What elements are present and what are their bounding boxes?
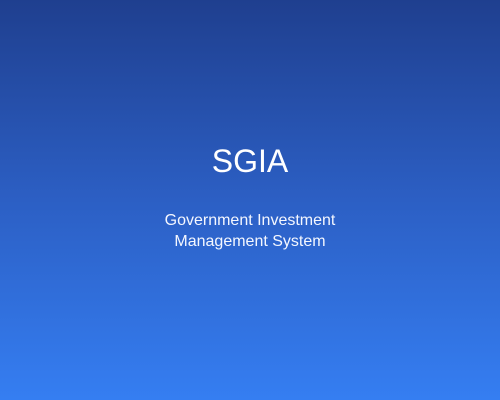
splash-screen: SGIA Government Investment Management Sy… — [0, 0, 500, 400]
app-subtitle-line-2: Management System — [174, 233, 326, 250]
app-title: SGIA — [211, 143, 289, 179]
app-subtitle: Government Investment Management System — [0, 210, 500, 252]
app-subtitle-line-1: Government Investment — [164, 212, 336, 229]
